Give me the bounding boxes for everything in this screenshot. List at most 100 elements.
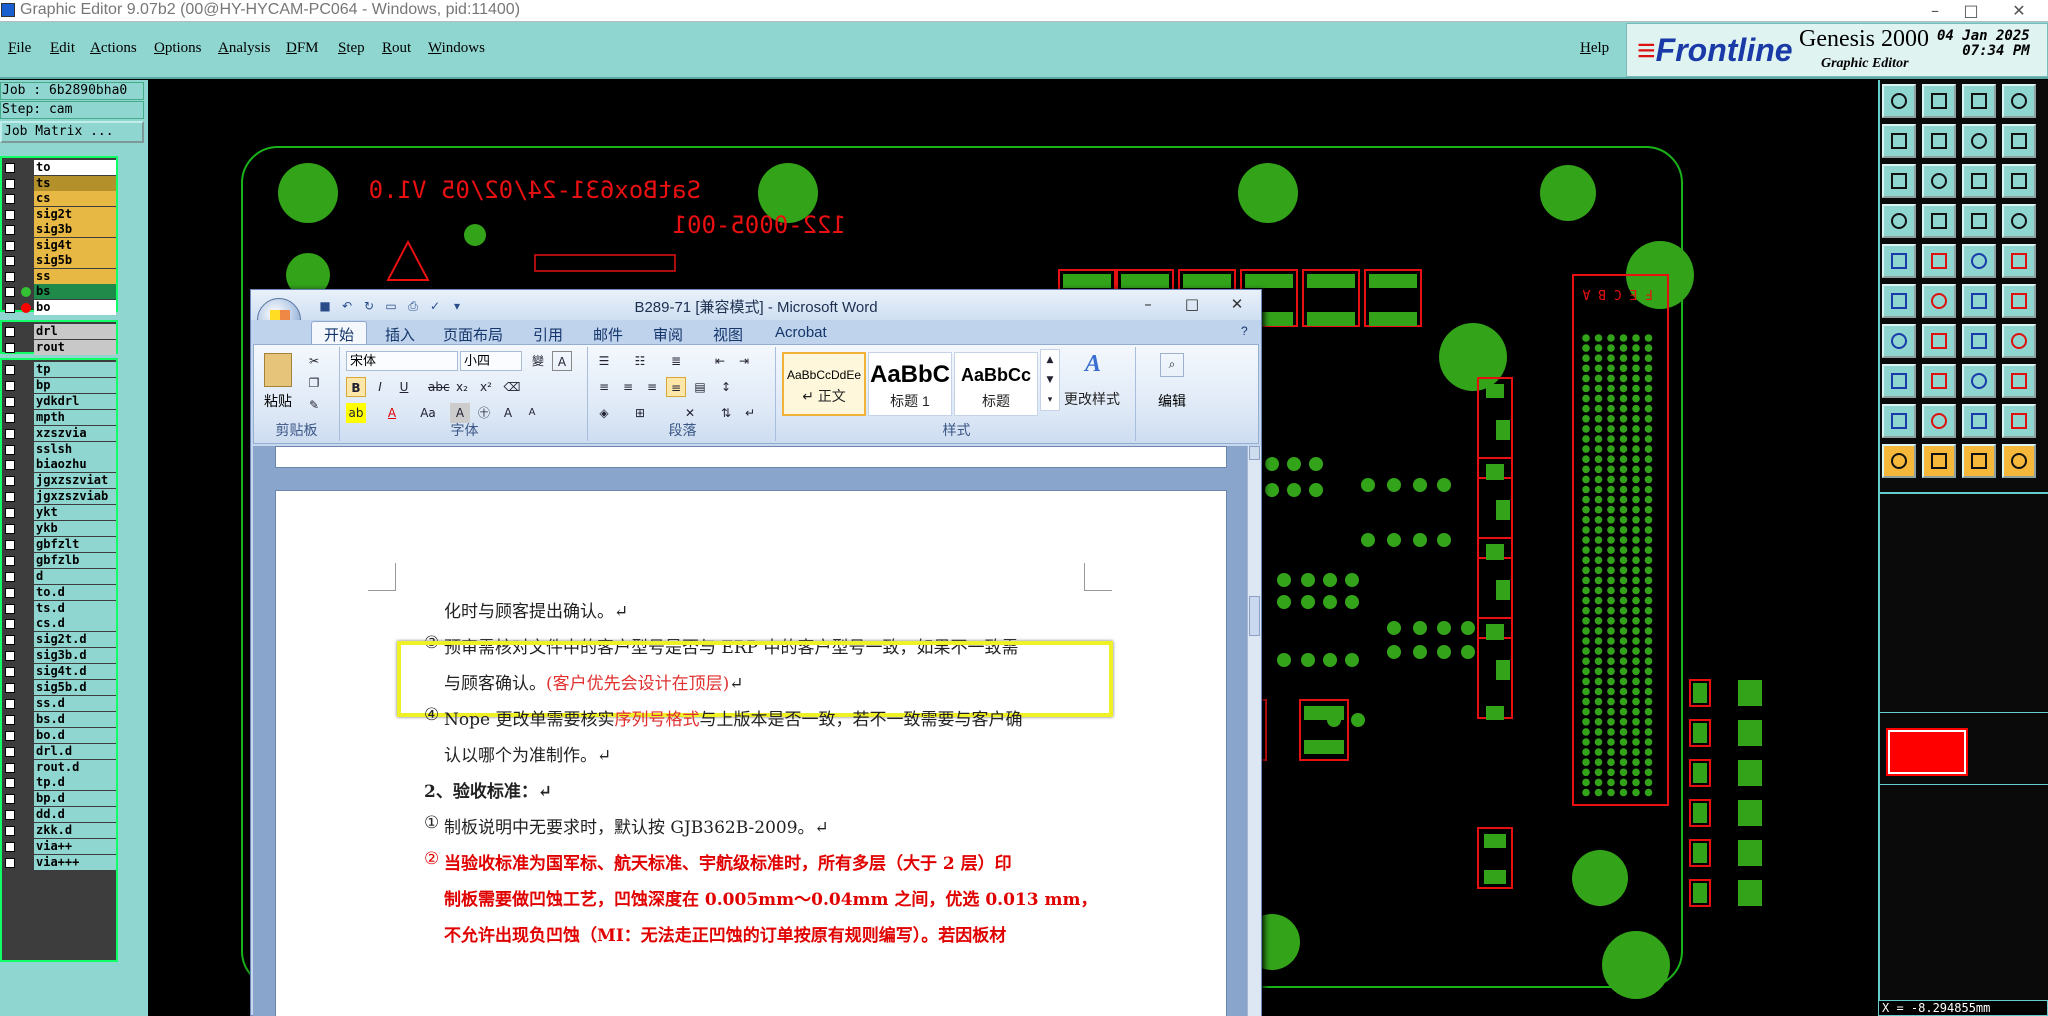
layer-row[interactable]: bo.d (2, 727, 116, 743)
layer-checkbox[interactable] (5, 178, 15, 189)
arc-b-button[interactable] (2002, 404, 2036, 438)
layer-name[interactable]: ykb (34, 521, 116, 536)
layer-row[interactable]: jgxzszviat (2, 473, 116, 489)
layer-name[interactable]: cs (34, 191, 116, 206)
layer-name[interactable]: jgxzszviat (34, 473, 116, 489)
paste-button[interactable]: 粘贴 (264, 391, 292, 411)
layer-row[interactable]: dd.d (2, 807, 116, 823)
layer-checkbox[interactable] (5, 762, 15, 773)
layer-name[interactable]: via++ (34, 839, 116, 854)
layer-name[interactable]: bp.d (34, 791, 116, 807)
layer-checkbox[interactable] (5, 842, 15, 852)
subscript-icon[interactable]: x₂ (452, 377, 472, 397)
paste-icon[interactable] (264, 353, 292, 387)
line-draw-button[interactable] (1882, 324, 1916, 358)
pointer-move-button[interactable] (1962, 444, 1996, 478)
layer-checkbox[interactable] (5, 428, 15, 439)
edit-button[interactable] (1922, 244, 1956, 278)
layer-checkbox[interactable] (5, 444, 15, 455)
layer-checkbox[interactable] (5, 683, 15, 693)
layer-checkbox[interactable] (5, 603, 15, 614)
layer-row[interactable]: sig3b (2, 222, 116, 237)
layer-checkbox[interactable] (5, 302, 15, 313)
multilevel-list-icon[interactable]: ≣ (666, 351, 686, 371)
layer-checkbox[interactable] (5, 412, 15, 423)
layer-name[interactable]: sig2t (34, 206, 116, 222)
style-heading1[interactable]: AaBbC 标题 1 (868, 352, 952, 416)
help-icon[interactable]: ? (1241, 324, 1248, 338)
justify-icon[interactable]: ≡ (666, 377, 686, 397)
text-button[interactable] (2002, 324, 2036, 358)
increase-indent-icon[interactable]: ⇥ (734, 351, 754, 371)
layer-row[interactable]: cs.d (2, 616, 116, 632)
layer-checkbox[interactable] (5, 327, 15, 337)
layer-row[interactable]: ss (2, 268, 116, 284)
layer-name[interactable]: sig4t.d (34, 664, 116, 680)
layer-checkbox[interactable] (5, 460, 15, 471)
layer-row[interactable]: rout (2, 340, 116, 355)
customize-qat-icon[interactable]: ▾ (449, 299, 465, 313)
layer-checkbox[interactable] (5, 857, 15, 868)
layer-name[interactable]: rout (34, 340, 116, 355)
menu-windows[interactable]: Windows (428, 40, 485, 57)
layer-checkbox[interactable] (5, 225, 15, 235)
layer-checkbox[interactable] (5, 587, 15, 598)
triangle-a-button[interactable] (1882, 404, 1916, 438)
italic-icon[interactable]: I (370, 377, 390, 397)
bullets-icon[interactable]: ☰ (594, 351, 614, 371)
underline-icon[interactable]: U (394, 377, 414, 397)
align-right-icon[interactable]: ≡ (642, 377, 662, 397)
bold-icon[interactable]: B (346, 377, 366, 397)
cross-button[interactable] (1922, 284, 1956, 318)
layer-name[interactable]: d (34, 568, 116, 584)
layer-name[interactable]: ykt (34, 505, 116, 521)
style-normal[interactable]: AaBbCcDdEe ↵ 正文 (782, 352, 866, 416)
layer-row[interactable]: ykb (2, 521, 116, 536)
open-job-button[interactable] (1882, 84, 1916, 118)
tab-review[interactable]: 审阅 (653, 324, 683, 345)
layer-checkbox[interactable] (5, 635, 15, 646)
menu-dfm[interactable]: DFM (286, 40, 319, 57)
layer-display-dot[interactable] (21, 302, 31, 313)
vertical-scrollbar[interactable] (1247, 446, 1261, 1016)
menu-file[interactable]: File (8, 40, 31, 57)
layer-name[interactable]: sslsh (34, 441, 116, 457)
layer-row[interactable]: tp.d (2, 775, 116, 791)
style-title[interactable]: AaBbCc 标题 (954, 352, 1038, 416)
feature-select-button[interactable] (1882, 244, 1916, 278)
layer-row[interactable]: d (2, 568, 116, 584)
save-button[interactable] (1922, 84, 1956, 118)
undo-icon[interactable]: ↶ (339, 299, 355, 313)
layer-name[interactable]: sig4t (34, 237, 116, 253)
layer-checkbox[interactable] (5, 714, 15, 725)
layer-row[interactable]: bp.d (2, 791, 116, 807)
layer-checkbox[interactable] (5, 343, 15, 353)
layer-row[interactable]: via+++ (2, 854, 116, 870)
document-area[interactable]: 化时与顾客提出确认。↵ ③ 预审需核对文件中的客户型号是否与 ERP 中的客户型… (253, 446, 1249, 1016)
layer-row[interactable]: ts (2, 175, 116, 191)
layer-row[interactable]: sig5b.d (2, 680, 116, 695)
layer-checkbox[interactable] (5, 826, 15, 837)
arc-draw-button[interactable] (1922, 324, 1956, 358)
layer-checkbox[interactable] (5, 539, 15, 550)
font-name-select[interactable]: 宋体 (346, 351, 458, 371)
change-styles-icon[interactable]: A (1078, 351, 1108, 381)
layer-name[interactable]: to (34, 160, 116, 175)
layer-checkbox[interactable] (5, 492, 15, 503)
layer-row[interactable]: ts.d (2, 600, 116, 616)
tab-view[interactable]: 视图 (713, 324, 743, 345)
minus-button[interactable] (1922, 364, 1956, 398)
pin-button[interactable] (1962, 284, 1996, 318)
copy-icon[interactable]: ❐ (304, 373, 324, 393)
layer-name[interactable]: sig2t.d (34, 632, 116, 648)
save-icon[interactable]: ■ (317, 299, 333, 313)
layer-row[interactable]: bs.d (2, 711, 116, 727)
layer-row[interactable]: ydkdrl (2, 393, 116, 409)
align-left-icon[interactable]: ≡ (594, 377, 614, 397)
zoom-out-button[interactable] (1962, 124, 1996, 158)
tab-mailings[interactable]: 邮件 (593, 324, 623, 345)
layer-row[interactable]: sig4t.d (2, 664, 116, 680)
layer-name[interactable]: gbfzlt (34, 536, 116, 552)
layer-name[interactable]: drl (34, 324, 116, 339)
layer-row[interactable]: drl (2, 324, 116, 339)
